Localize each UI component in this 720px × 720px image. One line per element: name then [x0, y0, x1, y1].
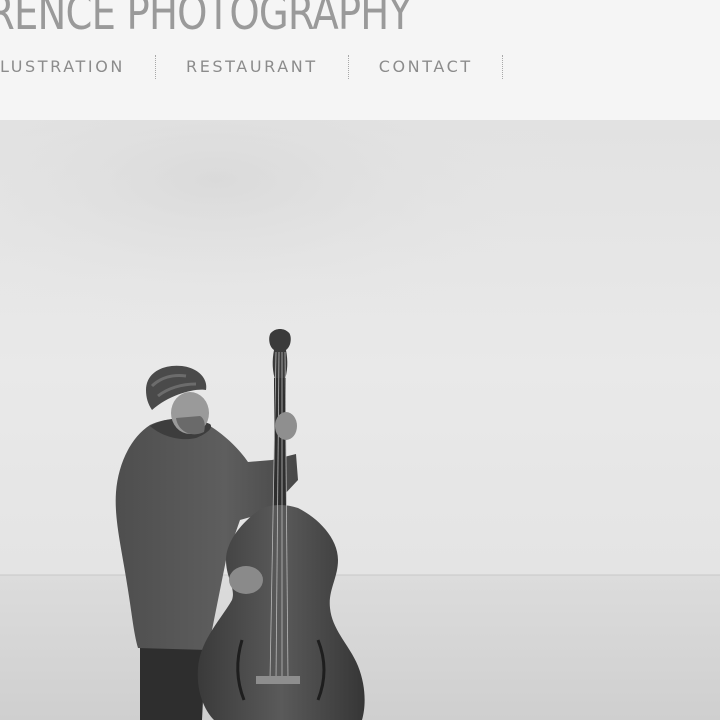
bass-neck [274, 378, 286, 518]
nav-separator [347, 55, 349, 79]
hero-photo-image [0, 120, 720, 720]
person-legs [140, 640, 206, 720]
cloud-haze [0, 120, 720, 420]
person-hand-lower [229, 566, 263, 594]
nav-item-restaurant[interactable]: RESTAURANT [186, 54, 318, 80]
person-hand-upper [275, 412, 297, 440]
nav-separator [501, 55, 503, 79]
main-nav: LUSTRATION RESTAURANT CONTACT [0, 54, 720, 80]
bass-bridge [256, 676, 300, 684]
nav-item-contact[interactable]: CONTACT [379, 54, 473, 80]
hero-photo[interactable] [0, 120, 720, 720]
nav-separator [154, 55, 156, 79]
site-title[interactable]: RENCE PHOTOGRAPHY [0, 0, 412, 41]
site-header: RENCE PHOTOGRAPHY LUSTRATION RESTAURANT … [0, 0, 720, 120]
nav-item-illustration[interactable]: LUSTRATION [0, 54, 125, 80]
